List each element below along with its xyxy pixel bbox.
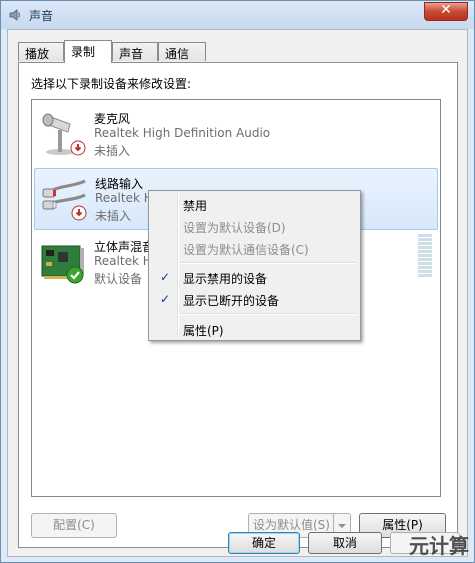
tab-communications[interactable]: 通信	[158, 42, 206, 61]
menu-item-label: 显示已断开的设备	[183, 294, 280, 308]
speaker-icon	[9, 9, 20, 21]
window-title: 声音	[29, 9, 54, 23]
menu-item-disable[interactable]: 禁用	[151, 193, 358, 215]
device-driver: Realtek High Definition Audio	[94, 126, 271, 140]
device-status: 未插入	[94, 144, 131, 158]
configure-button[interactable]: 配置(C)	[31, 513, 117, 538]
ok-button[interactable]: 确定	[228, 532, 300, 554]
unplugged-badge-icon	[71, 205, 87, 221]
cancel-button[interactable]: 取消	[308, 532, 382, 554]
button-label: 确定	[251, 536, 276, 550]
close-button[interactable]: ✕	[424, 2, 468, 21]
device-name: 立体声混音	[94, 240, 155, 254]
device-driver: Realtek H	[95, 191, 153, 205]
menu-item-set-default-comm-device[interactable]: 设置为默认通信设备(C)	[151, 237, 358, 259]
menu-item-label: 属性(P)	[183, 324, 224, 338]
checkmark-icon: ✓	[159, 270, 171, 284]
menu-item-label: 设置为默认设备(D)	[183, 221, 286, 235]
tab-recording[interactable]: 录制	[64, 40, 112, 63]
title-bar[interactable]: 声音 ✕	[1, 1, 474, 29]
default-check-badge-icon	[66, 266, 84, 284]
context-menu: 禁用 设置为默认设备(D) 设置为默认通信设备(C) ✓ 显示禁用的设备 ✓ 显…	[148, 190, 361, 341]
instruction-text: 选择以下录制设备来修改设置:	[31, 77, 192, 91]
button-label: 配置(C)	[53, 518, 95, 532]
menu-item-label: 禁用	[183, 199, 208, 213]
watermark-logo: 元计算	[409, 534, 469, 558]
device-name: 麦克风	[94, 112, 131, 126]
tab-playback[interactable]: 播放	[18, 42, 64, 61]
button-label: 取消	[332, 536, 357, 550]
menu-separator	[180, 313, 356, 315]
close-icon: ✕	[440, 2, 452, 18]
tab-sounds[interactable]: 声音	[112, 42, 158, 61]
checkmark-icon: ✓	[159, 292, 171, 306]
tab-label: 通信	[165, 47, 190, 61]
menu-item-show-disabled[interactable]: ✓ 显示禁用的设备	[151, 266, 358, 288]
menu-item-show-disconnected[interactable]: ✓ 显示已断开的设备	[151, 288, 358, 310]
device-driver: Realtek H	[94, 254, 152, 268]
menu-item-set-default-device[interactable]: 设置为默认设备(D)	[151, 215, 358, 237]
tab-label: 录制	[71, 45, 96, 59]
device-name: 线路输入	[95, 177, 144, 191]
unplugged-badge-icon	[70, 140, 86, 156]
device-status: 未插入	[95, 209, 132, 223]
menu-separator	[180, 262, 356, 264]
tab-label: 播放	[25, 47, 50, 61]
device-status: 默认设备	[94, 272, 143, 286]
level-meter	[418, 234, 432, 278]
menu-item-label: 设置为默认通信设备(C)	[183, 243, 309, 257]
device-item-microphone[interactable]: 麦克风 Realtek High Definition Audio 未插入	[34, 104, 438, 166]
menu-item-properties[interactable]: 属性(P)	[151, 318, 358, 340]
button-label: 设为默认值(S)	[253, 518, 330, 532]
tab-label: 声音	[119, 47, 144, 61]
menu-item-label: 显示禁用的设备	[183, 272, 268, 286]
